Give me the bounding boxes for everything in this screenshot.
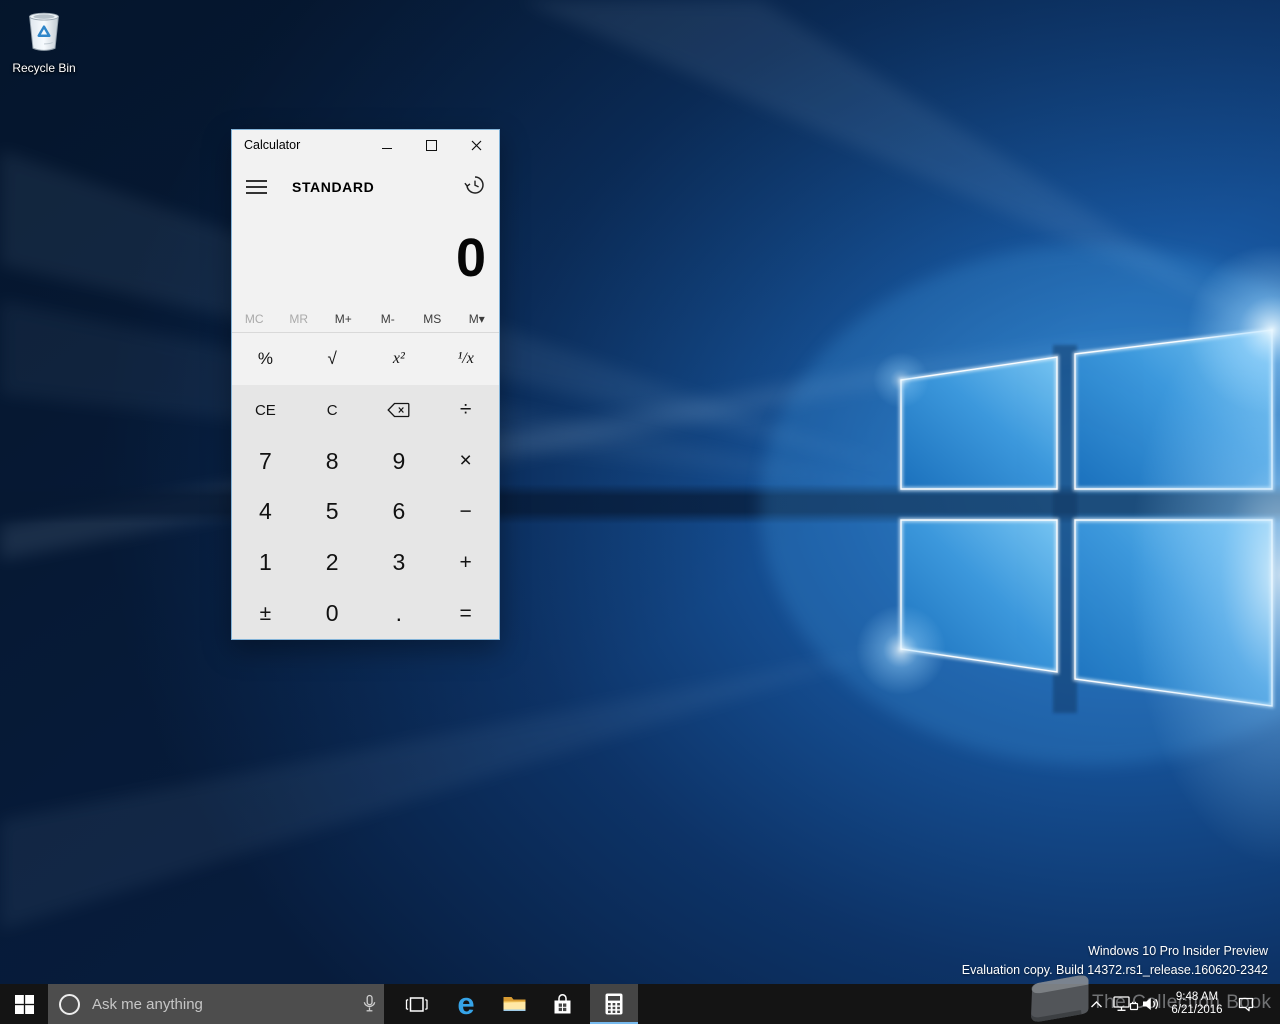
- recycle-bin[interactable]: Recycle Bin: [6, 8, 82, 75]
- network-icon: [1113, 996, 1139, 1011]
- taskbar-app-calculator-active[interactable]: [590, 984, 638, 1024]
- backspace-icon: [387, 403, 410, 418]
- function-row: % √ x² ¹/x: [232, 333, 499, 385]
- start-icon: [14, 994, 34, 1014]
- minimize-button[interactable]: [364, 130, 409, 160]
- nine-button[interactable]: 9: [366, 436, 433, 487]
- memory-subtract-button[interactable]: M-: [366, 312, 411, 326]
- six-button[interactable]: 6: [366, 487, 433, 538]
- two-button[interactable]: 2: [299, 537, 366, 588]
- minimize-icon: [381, 147, 392, 149]
- speaker-icon: [1143, 998, 1158, 1010]
- tray-network-button[interactable]: [1112, 984, 1140, 1024]
- taskbar-app-file-explorer[interactable]: [490, 984, 538, 1024]
- reciprocal-button[interactable]: ¹/x: [432, 333, 499, 385]
- five-button[interactable]: 5: [299, 487, 366, 538]
- edge-icon: e: [457, 986, 475, 1021]
- calculator-icon: [605, 993, 623, 1015]
- taskbar-app-edge[interactable]: e: [442, 984, 490, 1024]
- memory-add-button[interactable]: M+: [321, 312, 366, 326]
- history-button[interactable]: [464, 174, 486, 201]
- eight-button[interactable]: 8: [299, 436, 366, 487]
- square-button[interactable]: x²: [366, 333, 433, 385]
- close-button[interactable]: [454, 130, 499, 160]
- search-box[interactable]: [48, 984, 384, 1024]
- one-button[interactable]: 1: [232, 537, 299, 588]
- search-input[interactable]: [90, 994, 334, 1014]
- file-explorer-icon: [503, 997, 525, 1011]
- desktop: Recycle Bin Calculator STANDARD 0 MC MR …: [0, 0, 1280, 1024]
- divide-button[interactable]: ÷: [432, 385, 499, 436]
- taskbar: The Collection Book Ask me anything e 9:…: [0, 975, 1280, 1024]
- history-icon: [464, 176, 484, 194]
- chevron-up-icon: [1090, 1000, 1102, 1007]
- three-button[interactable]: 3: [366, 537, 433, 588]
- sqrt-button[interactable]: √: [299, 333, 366, 385]
- equals-button[interactable]: =: [432, 588, 499, 639]
- multiply-button[interactable]: ×: [432, 436, 499, 487]
- keypad: CE C ÷ 7 8 9 × 4 5 6 − 1 2 3 + ± 0 . =: [232, 385, 499, 639]
- calculator-titlebar[interactable]: Calculator: [232, 130, 499, 162]
- tray-volume-button[interactable]: [1140, 984, 1162, 1024]
- seven-button[interactable]: 7: [232, 436, 299, 487]
- task-view-button[interactable]: [392, 984, 440, 1024]
- clear-button[interactable]: C: [299, 385, 366, 436]
- tray-expand-button[interactable]: [1086, 984, 1106, 1024]
- clock-date: 6/21/2016: [1171, 1004, 1223, 1016]
- memory-recall-button[interactable]: MR: [277, 312, 322, 326]
- maximize-icon: [426, 139, 437, 151]
- mode-label: STANDARD: [292, 179, 375, 195]
- memory-store-button[interactable]: MS: [410, 312, 455, 326]
- memory-clear-button[interactable]: MC: [232, 312, 277, 326]
- recycle-bin-icon: [29, 12, 59, 51]
- memory-row: MC MR M+ M- MS M▾: [232, 306, 499, 332]
- menu-button[interactable]: [246, 180, 267, 194]
- clear-entry-button[interactable]: CE: [232, 385, 299, 436]
- cortana-icon: [59, 993, 80, 1015]
- action-center-icon: [1238, 997, 1254, 1012]
- clock-time: 9:48 AM: [1175, 991, 1219, 1003]
- microphone-icon[interactable]: [362, 994, 377, 1020]
- window-controls: [364, 130, 499, 160]
- four-button[interactable]: 4: [232, 487, 299, 538]
- task-view-icon: [405, 996, 428, 1012]
- start-button[interactable]: [0, 984, 48, 1024]
- decimal-button[interactable]: .: [366, 588, 433, 639]
- maximize-button[interactable]: [409, 130, 454, 160]
- calculator-display: 0: [455, 228, 486, 288]
- percent-button[interactable]: %: [232, 333, 299, 385]
- zero-button[interactable]: 0: [299, 588, 366, 639]
- plus-minus-button[interactable]: ±: [232, 588, 299, 639]
- tray-clock[interactable]: 9:48 AM 6/21/2016: [1162, 984, 1232, 1024]
- plus-button[interactable]: +: [432, 537, 499, 588]
- action-center-button[interactable]: [1232, 984, 1260, 1024]
- window-title: Calculator: [244, 138, 301, 152]
- wallpaper-hero: [0, 0, 1280, 1024]
- minus-button[interactable]: −: [432, 487, 499, 538]
- store-icon: [554, 994, 570, 1014]
- close-icon: [471, 140, 482, 150]
- hamburger-icon: [246, 180, 267, 182]
- recycle-bin-label: Recycle Bin: [12, 61, 76, 75]
- taskbar-app-store[interactable]: [538, 984, 586, 1024]
- memory-flyout-button[interactable]: M▾: [455, 312, 500, 326]
- calculator-window: Calculator STANDARD 0 MC MR M+ M- MS M▾ …: [231, 129, 500, 640]
- backspace-button[interactable]: [366, 385, 433, 436]
